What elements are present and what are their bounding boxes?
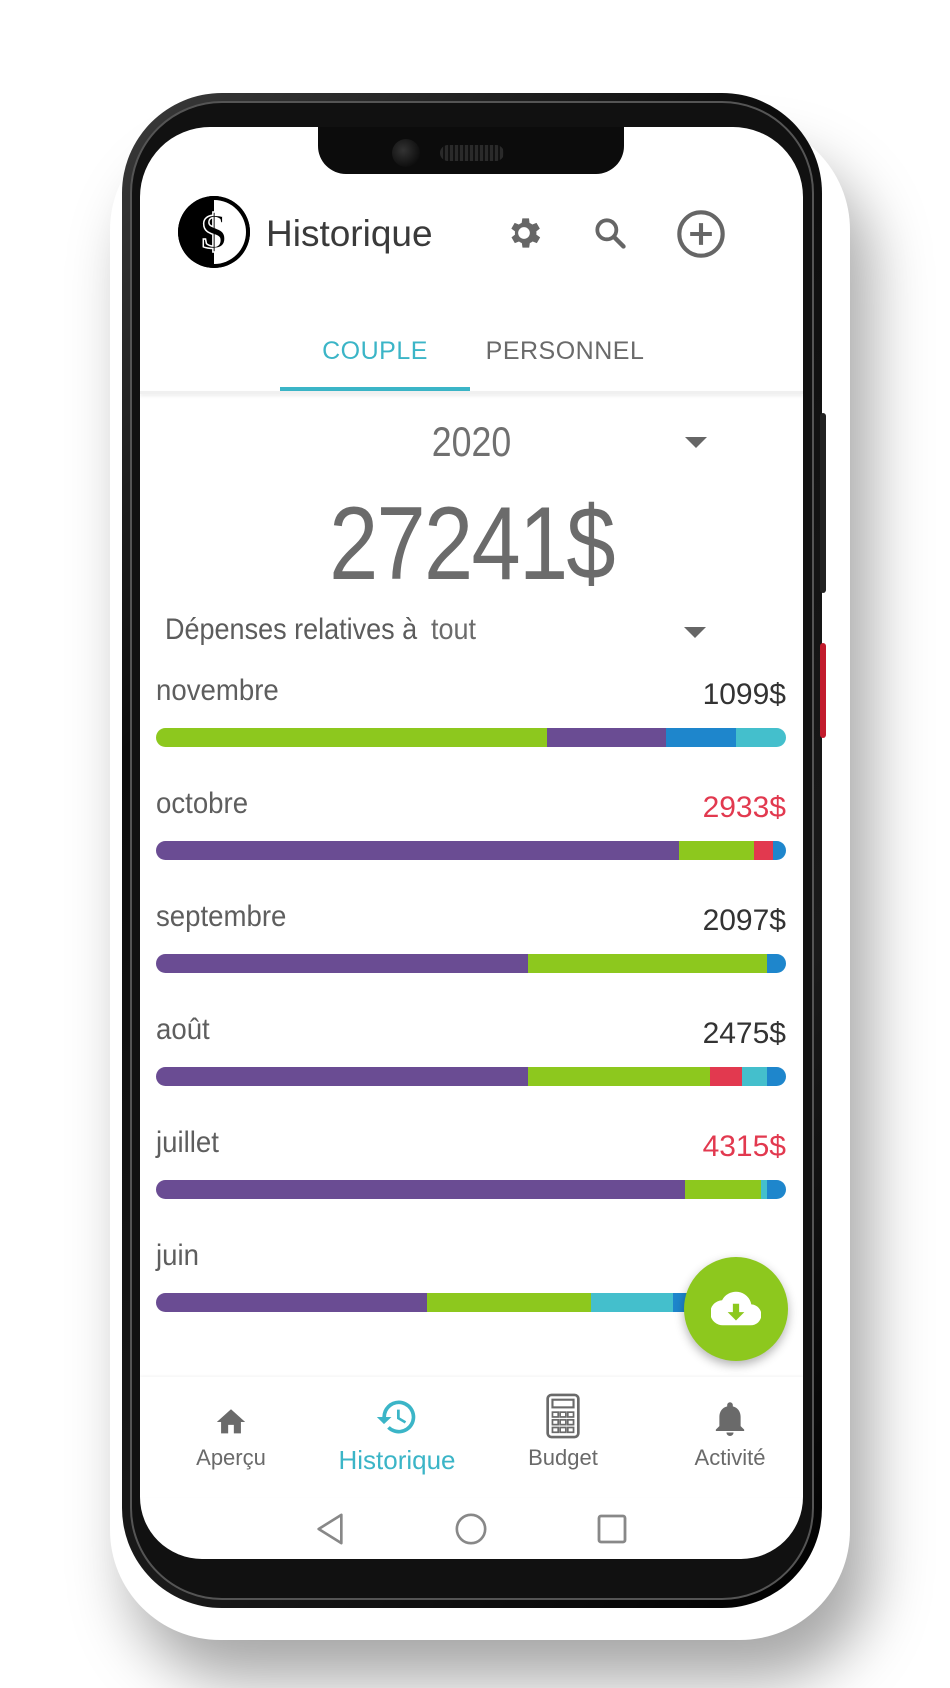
category-segment-blue (773, 841, 786, 860)
month-category-bar (156, 954, 786, 973)
bell-icon (715, 1402, 745, 1436)
category-segment-purple (156, 1067, 528, 1086)
chevron-down-icon (685, 437, 707, 448)
home-circle-icon (455, 1513, 487, 1545)
front-camera (392, 139, 420, 167)
earpiece-speaker (440, 145, 504, 161)
recents-button[interactable] (592, 1509, 632, 1549)
category-segment-red (754, 841, 774, 860)
month-row[interactable]: août 2475$ (156, 1011, 786, 1124)
history-icon (376, 1400, 416, 1434)
month-row[interactable]: septembre 2097$ (156, 898, 786, 1011)
month-category-bar (156, 728, 786, 747)
app-screen: $ Historique COUPLE PERSONNEL 2020 27241… (140, 127, 803, 1559)
month-name: juillet (156, 1126, 219, 1159)
category-segment-purple (156, 1180, 686, 1199)
recents-icon (597, 1514, 627, 1544)
download-button[interactable] (684, 1257, 788, 1361)
category-segment-teal (741, 1067, 768, 1086)
category-segment-purple (156, 841, 679, 860)
nav-budget[interactable]: Budget (488, 1389, 638, 1471)
month-row[interactable]: novembre 1099$ (156, 672, 786, 785)
month-name: novembre (156, 674, 279, 707)
nav-apercu[interactable]: Aperçu (156, 1389, 306, 1471)
month-category-bar (156, 841, 786, 860)
home-system-button[interactable] (451, 1509, 491, 1549)
gear-icon (511, 218, 541, 248)
notch (318, 127, 624, 174)
category-segment-green (678, 841, 755, 860)
volume-button (820, 413, 826, 593)
category-segment-green (527, 954, 768, 973)
month-name: juin (156, 1239, 199, 1272)
page-title: Historique (266, 213, 433, 254)
app-logo-icon: $ (178, 196, 250, 268)
filter-selector[interactable]: Dépenses relatives à tout (165, 607, 765, 657)
add-button[interactable] (674, 207, 728, 261)
tab-couple[interactable]: COUPLE (280, 323, 470, 379)
month-name: août (156, 1013, 210, 1046)
category-segment-green (156, 728, 547, 747)
category-segment-purple (156, 1293, 427, 1312)
month-category-bar (156, 1180, 786, 1199)
filter-value: tout (431, 613, 477, 646)
total-amount: 27241$ (329, 486, 615, 602)
month-amount: 2475$ (702, 1017, 786, 1050)
year-selector[interactable]: 2020 (140, 407, 803, 477)
nav-label: Historique (338, 1445, 456, 1475)
category-segment-green (426, 1293, 591, 1312)
calculator-icon (546, 1393, 580, 1439)
back-button[interactable] (310, 1509, 350, 1549)
svg-text:$: $ (202, 203, 227, 259)
nav-historique[interactable]: Historique (322, 1389, 472, 1476)
category-segment-green (685, 1180, 761, 1199)
chevron-down-icon (684, 627, 706, 638)
month-row[interactable]: octobre 2933$ (156, 785, 786, 898)
nav-label: Aperçu (196, 1445, 266, 1470)
bottom-navigation: Aperçu Historique Budget Activité (140, 1377, 803, 1497)
category-segment-blue (767, 1180, 786, 1199)
month-category-bar (156, 1067, 786, 1086)
month-amount: 2097$ (702, 904, 786, 937)
month-amount: 4315$ (702, 1130, 786, 1163)
search-button[interactable] (588, 211, 632, 255)
search-icon (595, 218, 626, 249)
category-segment-green (527, 1067, 711, 1086)
month-amount: 2933$ (702, 791, 786, 824)
month-list: novembre 1099$ octobre 2933$ septembre 2097$ a… (156, 672, 786, 1350)
category-segment-blue (666, 728, 736, 747)
category-segment-teal (735, 728, 786, 747)
add-circle-icon (677, 210, 725, 258)
system-navigation-bar (140, 1497, 803, 1559)
category-segment-teal (590, 1293, 673, 1312)
tab-personnel[interactable]: PERSONNEL (470, 323, 660, 379)
month-amount: 1099$ (702, 678, 786, 711)
power-button (820, 643, 826, 738)
nav-label: Budget (528, 1445, 598, 1470)
filter-label: Dépenses relatives à (165, 613, 418, 646)
year-value: 2020 (431, 418, 512, 465)
month-row[interactable]: juillet 4315$ (156, 1124, 786, 1237)
category-segment-blue (767, 954, 786, 973)
category-segment-blue (767, 1067, 786, 1086)
cloud-download-icon (711, 1291, 761, 1326)
settings-button[interactable] (502, 211, 546, 255)
category-segment-purple (156, 954, 528, 973)
month-name: septembre (156, 900, 287, 933)
nav-activite[interactable]: Activité (655, 1389, 803, 1471)
home-icon (216, 1409, 246, 1434)
tab-divider (140, 391, 803, 394)
category-segment-red (710, 1067, 742, 1086)
month-name: octobre (156, 787, 249, 820)
nav-label: Activité (694, 1445, 766, 1470)
category-segment-purple (546, 728, 667, 747)
back-icon (317, 1513, 343, 1545)
